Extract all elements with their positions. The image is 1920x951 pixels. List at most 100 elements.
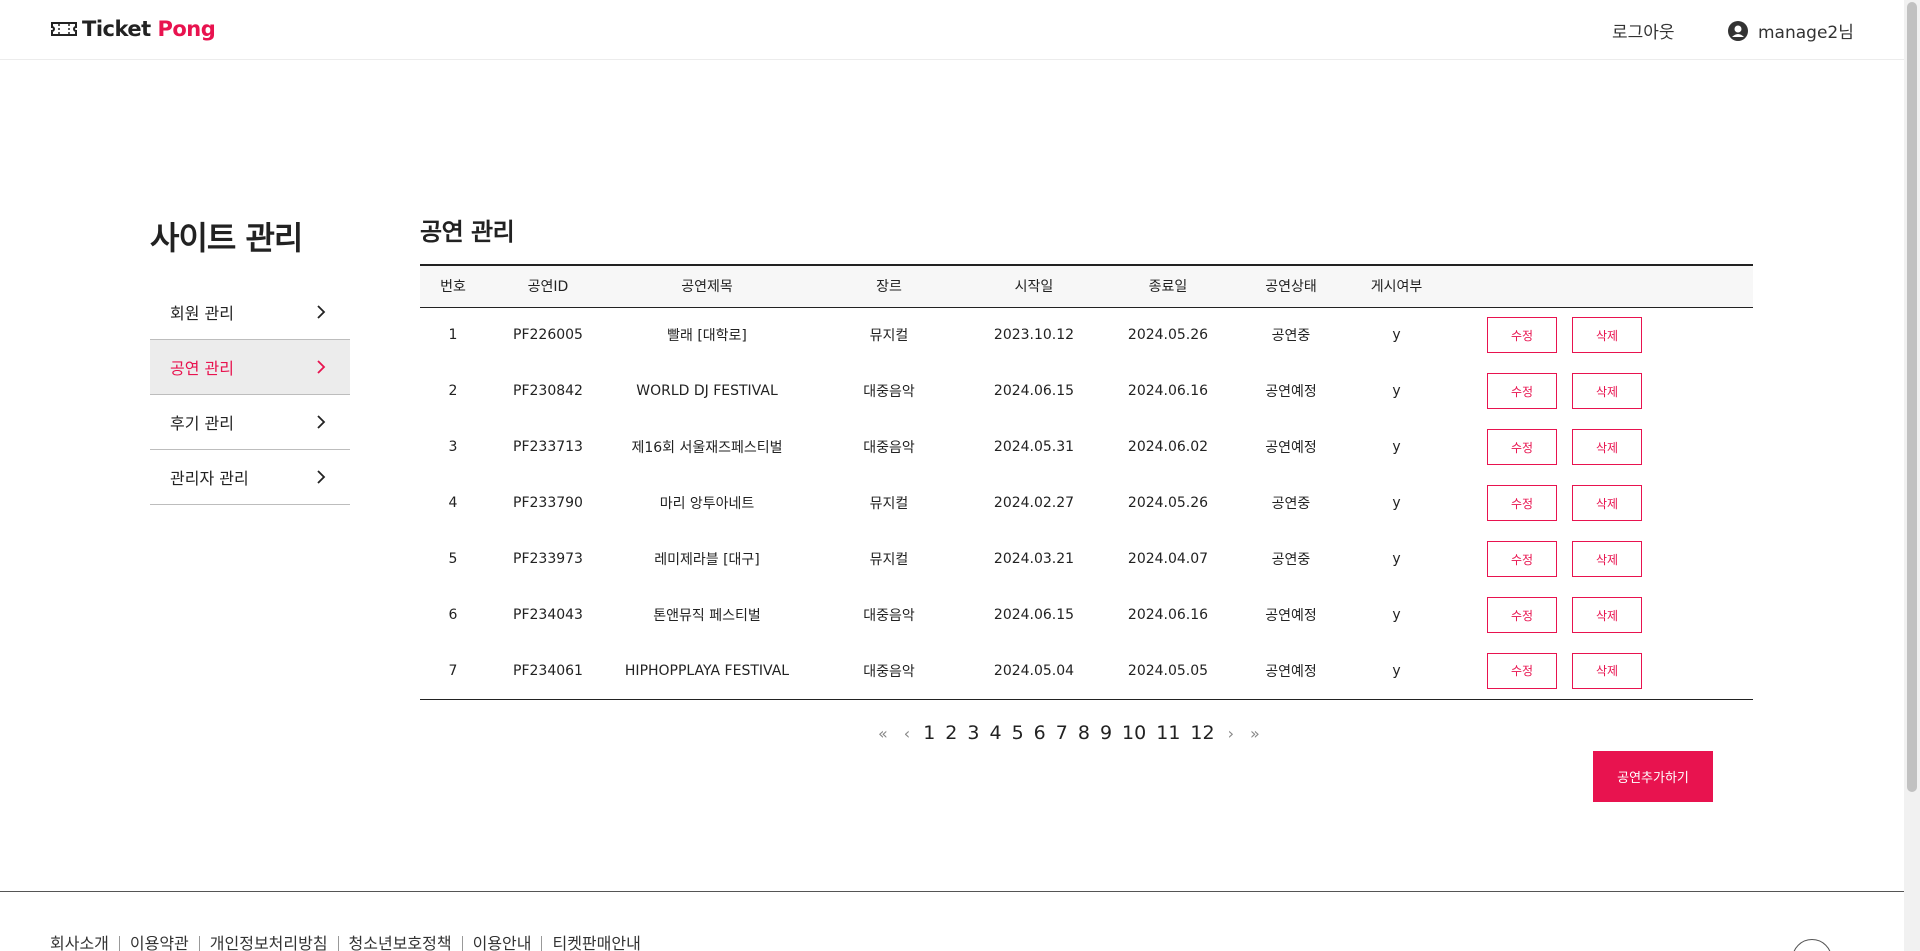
page-number[interactable]: 5 [1012, 722, 1024, 744]
add-performance-button[interactable]: 공연추가하기 [1593, 751, 1713, 802]
footer-link[interactable]: 이용안내 [463, 936, 543, 951]
column-header: 종료일 [1148, 279, 1188, 296]
sidebar-menu: 회원 관리 공연 관리 후기 관리 관리자 관리 [150, 285, 350, 505]
table-header-row: 번호 공연ID 공연제목 장르 시작일 종료일 공연상태 게시여부 [420, 265, 1753, 307]
table-cell: 공연중 [1271, 328, 1311, 345]
page-number[interactable]: 9 [1100, 722, 1112, 744]
page-number[interactable]: 7 [1056, 722, 1068, 744]
footer-link[interactable]: 회사소개 [50, 936, 120, 951]
footer-link[interactable]: 청소년보호정책 [339, 936, 463, 951]
page-number[interactable]: 3 [967, 722, 979, 744]
page-number[interactable]: 11 [1156, 722, 1180, 744]
row-actions: 수정 삭제 [1453, 531, 1753, 587]
prev-page-button[interactable]: ‹ [904, 724, 910, 743]
table-cell: 마리 앙투아네트 [659, 496, 755, 512]
footer: 회사소개 이용약관 개인정보처리방침 청소년보호정책 이용안내 티켓판매안내 [0, 891, 1904, 951]
row-actions: 수정 삭제 [1453, 643, 1753, 699]
page-number[interactable]: 4 [989, 722, 1001, 744]
table-cell: 공연중 [1271, 552, 1311, 568]
page-number[interactable]: 2 [945, 722, 957, 744]
site-admin-title: 사이트 관리 [150, 219, 303, 257]
table-cell: 대중음악 [863, 384, 915, 400]
table-cell: WORLD DJ FESTIVAL [636, 383, 778, 399]
username: manage2님 [1758, 23, 1854, 43]
last-page-button[interactable]: » [1250, 724, 1260, 743]
table-row: 7 PF234061 HIPHOPPLAYA FESTIVAL 대중음악 2024.05… [420, 643, 1753, 699]
table-cell: 2024.06.15 [993, 607, 1075, 623]
table-cell: PF233713 [513, 439, 583, 455]
table-cell: 2024.05.05 [1127, 662, 1209, 679]
edit-button[interactable]: 수정 [1487, 597, 1557, 633]
delete-button[interactable]: 삭제 [1572, 485, 1642, 521]
row-actions: 수정 삭제 [1453, 363, 1753, 419]
delete-button[interactable]: 삭제 [1572, 317, 1642, 354]
delete-button[interactable]: 삭제 [1572, 429, 1642, 465]
sidebar-item-admins[interactable]: 관리자 관리 [150, 450, 350, 505]
footer-link[interactable]: 티켓판매안내 [542, 936, 650, 951]
table-cell: y [1392, 551, 1401, 567]
table-cell: 2024.06.16 [1127, 607, 1209, 623]
table-row: 5 PF233973 레미제라블 [대구] 뮤지컬 2024.03.21 2024.04.… [420, 531, 1753, 587]
chevron-right-icon [317, 305, 326, 319]
first-page-button[interactable]: « [878, 724, 888, 743]
top-header: Ticket Pong 로그아웃 manage2님 [0, 0, 1904, 60]
table-row: 6 PF234043 톤앤뮤직 페스티벌 대중음악 2024.06.15 2024.06.… [420, 587, 1753, 643]
scroll-top-button[interactable] [1792, 939, 1832, 951]
table-cell: 2024.03.21 [993, 551, 1075, 567]
table-cell: 1 [448, 327, 458, 344]
delete-button[interactable]: 삭제 [1572, 373, 1642, 409]
edit-button[interactable]: 수정 [1487, 652, 1557, 689]
logout-link[interactable]: 로그아웃 [1612, 18, 1675, 43]
column-header-actions [1453, 265, 1753, 307]
page-number[interactable]: 6 [1034, 722, 1046, 744]
table-row: 1 PF226005 빨래 [대학로] 뮤지컬 2023.10.12 2024.05.26… [420, 307, 1753, 363]
page-number[interactable]: 1 [923, 722, 935, 744]
sidebar-item-performances[interactable]: 공연 관리 [150, 340, 350, 395]
edit-button[interactable]: 수정 [1487, 317, 1557, 354]
user-profile[interactable]: manage2님 [1728, 18, 1854, 43]
table-cell: 7 [448, 662, 458, 679]
scrollbar[interactable] [1904, 0, 1920, 951]
edit-button[interactable]: 수정 [1487, 429, 1557, 465]
column-header: 공연상태 [1265, 279, 1317, 296]
sidebar-item-reviews[interactable]: 후기 관리 [150, 395, 350, 450]
logo[interactable]: Ticket Pong [50, 16, 216, 42]
edit-button[interactable]: 수정 [1487, 541, 1557, 577]
footer-links: 회사소개 이용약관 개인정보처리방침 청소년보호정책 이용안내 티켓판매안내 [50, 936, 651, 951]
table-cell: 6 [448, 607, 458, 623]
page-number[interactable]: 10 [1122, 722, 1146, 744]
column-header: 번호 [440, 279, 466, 296]
column-header: 공연ID [527, 279, 569, 296]
table-row: 2 PF230842 WORLD DJ FESTIVAL 대중음악 2024.06.15… [420, 363, 1753, 419]
table-cell: y [1392, 662, 1401, 679]
scrollbar-thumb[interactable] [1907, 2, 1917, 792]
page-number[interactable]: 12 [1190, 722, 1214, 744]
pagination: « ‹ 1 2 3 4 5 6 7 8 9 10 11 12 › » [870, 722, 1268, 744]
table-cell: y [1392, 607, 1401, 623]
logo-text: Ticket Pong [82, 17, 216, 41]
footer-link[interactable]: 개인정보처리방침 [200, 936, 339, 951]
next-page-button[interactable]: › [1228, 724, 1234, 743]
edit-button[interactable]: 수정 [1487, 485, 1557, 521]
table-cell: 톤앤뮤직 페스티벌 [653, 608, 761, 624]
footer-link[interactable]: 이용약관 [120, 936, 200, 951]
delete-button[interactable]: 삭제 [1572, 541, 1642, 577]
sidebar-item-members[interactable]: 회원 관리 [150, 285, 350, 340]
edit-button[interactable]: 수정 [1487, 373, 1557, 409]
table-cell: 공연예정 [1265, 608, 1317, 624]
table-cell: PF230842 [513, 383, 583, 399]
table-cell: 2024.05.31 [993, 439, 1075, 455]
table-cell: PF233790 [513, 495, 583, 511]
delete-button[interactable]: 삭제 [1572, 597, 1642, 633]
table-cell: 4 [448, 495, 458, 511]
delete-button[interactable]: 삭제 [1572, 652, 1642, 689]
table-cell: 공연예정 [1265, 384, 1317, 400]
table-cell: 2023.10.12 [993, 327, 1075, 344]
column-header: 공연제목 [681, 279, 733, 296]
ticket-icon [51, 22, 77, 36]
table-cell: 2024.06.15 [993, 383, 1075, 399]
table-cell: 공연중 [1271, 496, 1311, 512]
page-number[interactable]: 8 [1078, 722, 1090, 744]
table-cell: 대중음악 [863, 440, 915, 456]
table-cell: 제16회 서울재즈페스티벌 [631, 440, 783, 456]
